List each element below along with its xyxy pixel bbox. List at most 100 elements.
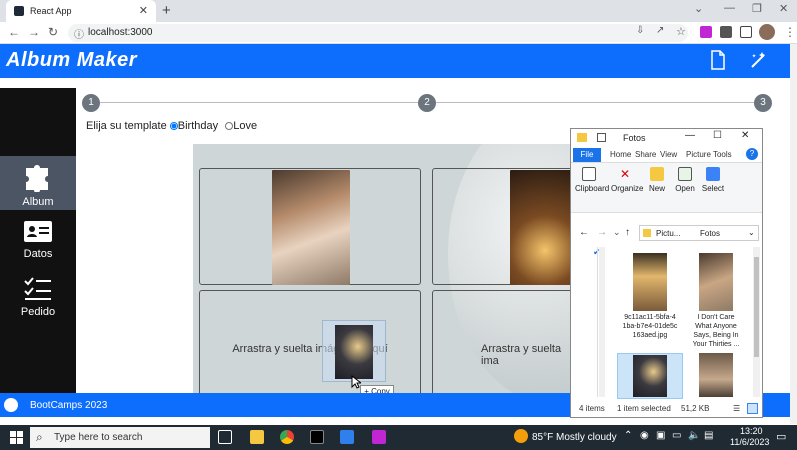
template-prompt: Elija su template (86, 120, 167, 132)
ribbon-clipboard[interactable]: Clipboard (575, 167, 609, 193)
explorer-address-bar: ← → ⌄ ↑ Pictu... Fotos ⌄ (571, 224, 762, 242)
share-icon[interactable]: ↗ (656, 25, 664, 36)
explorer-back-icon[interactable]: ← (579, 227, 589, 238)
tab-share[interactable]: Share (635, 150, 656, 159)
extension-icon[interactable] (700, 26, 712, 38)
path-root[interactable]: Pictu... (656, 229, 680, 238)
sidebar-item-album[interactable]: Album (0, 156, 76, 210)
bootcamp-logo-icon (4, 398, 18, 412)
reload-icon[interactable]: ↻ (48, 25, 58, 39)
drop-hint: Arrastra y suelta imágenes aquí (232, 343, 388, 355)
restore-icon[interactable]: ❐ (752, 2, 762, 15)
site-info-icon[interactable]: ⓘ (74, 26, 84, 41)
file-item[interactable]: 9c11ac11-5bfa-4 1ba-b7e4-01de5c 163aed.j… (619, 253, 681, 340)
ribbon-open[interactable]: Open (671, 167, 699, 193)
close-tab-icon[interactable]: ✕ (139, 4, 148, 17)
ribbon-organize[interactable]: ✕ Organize (611, 167, 643, 193)
chrome-taskbar-icon[interactable] (280, 430, 294, 444)
back-icon[interactable]: ← (8, 25, 20, 39)
nav-pane-scrollbar[interactable] (599, 247, 605, 397)
vscode-taskbar-icon[interactable] (340, 430, 354, 444)
explorer-minimize-icon[interactable]: — (685, 130, 695, 141)
explorer-maximize-icon[interactable]: ☐ (713, 130, 722, 141)
side-panel-icon[interactable] (740, 26, 752, 38)
magic-wand-icon[interactable] (750, 51, 768, 69)
taskbar-search[interactable]: ⌕ Type here to search (30, 427, 210, 448)
task-view-icon[interactable] (218, 430, 232, 444)
tray-icon[interactable]: ◉ (640, 430, 649, 441)
step-2[interactable]: 2 (418, 94, 436, 112)
clock-date[interactable]: 11/6/2023 (730, 437, 769, 447)
install-icon[interactable]: ⇩ (636, 25, 644, 36)
template-option-love[interactable]: Love (225, 120, 257, 132)
explorer-close-icon[interactable]: ✕ (741, 130, 749, 141)
step-3[interactable]: 3 (754, 94, 772, 112)
status-item-count: 4 items (579, 404, 605, 413)
photo-slot-3[interactable]: Arrastra y suelta imágenes aquí (199, 290, 421, 394)
app-taskbar-icon[interactable] (372, 430, 386, 444)
close-window-icon[interactable]: ✕ (779, 2, 788, 15)
help-icon[interactable]: ? (746, 148, 758, 160)
id-card-icon (24, 221, 52, 242)
minimize-icon[interactable]: — (724, 2, 735, 14)
explorer-forward-icon[interactable]: → (597, 227, 607, 238)
step-1[interactable]: 1 (82, 94, 100, 112)
search-icon: ⌕ (36, 430, 43, 444)
page-scrollbar[interactable] (790, 44, 797, 424)
recent-locations-icon[interactable]: ⌄ (613, 227, 621, 238)
photo-slot-2[interactable] (432, 168, 578, 285)
extensions-puzzle-icon[interactable] (720, 26, 732, 38)
windows-taskbar: ⌕ Type here to search 85°F Mostly cloudy… (0, 425, 797, 450)
volume-icon[interactable]: 🔈 (688, 430, 700, 441)
header-gap (0, 78, 790, 88)
ribbon-new[interactable]: New (643, 167, 671, 193)
birthday-radio[interactable] (169, 122, 178, 131)
weather-text[interactable]: 85°F Mostly cloudy (532, 432, 617, 443)
notifications-icon[interactable]: ▭ (776, 430, 786, 443)
file-item[interactable]: I Don't Care What Anyone Says, Being In … (689, 253, 743, 349)
tab-file[interactable]: File (573, 148, 601, 162)
new-tab-icon[interactable]: + (162, 2, 171, 19)
tray-icon[interactable]: ▣ (656, 430, 665, 441)
puzzle-icon (26, 165, 48, 192)
tab-picture-tools[interactable]: Picture Tools (686, 150, 732, 159)
bookmark-star-icon[interactable]: ☆ (676, 25, 686, 38)
address-bar[interactable]: ⓘ localhost:3000 (68, 24, 688, 42)
properties-icon[interactable] (597, 133, 606, 142)
sidebar-item-label: Datos (23, 248, 53, 260)
clock-time[interactable]: 13:20 (740, 426, 763, 436)
explorer-path-box[interactable]: Pictu... Fotos ⌄ (639, 225, 759, 241)
file-area-scrollbar[interactable] (753, 247, 760, 397)
keyboard-icon[interactable]: ▤ (704, 430, 713, 441)
scrollbar-thumb[interactable] (754, 257, 759, 357)
file-item-selected[interactable] (617, 353, 683, 399)
photo-slot-4[interactable]: Arrastra y suelta ima (432, 290, 578, 394)
save-file-icon[interactable] (710, 50, 726, 70)
up-folder-icon[interactable]: ↑ (625, 227, 630, 238)
path-folder-icon (643, 229, 651, 237)
menu-icon[interactable]: ⋮ (784, 25, 796, 39)
forward-icon[interactable]: → (28, 25, 40, 39)
thumbnail-view-icon[interactable] (747, 403, 758, 414)
browser-tab[interactable]: React App ✕ (6, 0, 156, 22)
ribbon-select[interactable]: Select (699, 167, 727, 193)
path-current[interactable]: Fotos (700, 229, 720, 238)
tab-search-chevron-icon[interactable]: ⌄ (694, 2, 703, 15)
sidebar-item-pedido[interactable]: Pedido (0, 276, 76, 322)
windows-start-icon[interactable] (10, 431, 23, 444)
tab-view[interactable]: View (660, 150, 677, 159)
tab-home[interactable]: Home (610, 150, 631, 159)
footer-text: BootCamps 2023 (30, 400, 108, 411)
file-explorer-taskbar-icon[interactable] (250, 430, 264, 444)
template-option-birthday[interactable]: Birthday (169, 120, 218, 132)
sidebar-item-datos[interactable]: Datos (0, 218, 76, 264)
tray-chevron-icon[interactable]: ⌃ (624, 430, 632, 441)
details-view-icon[interactable]: ☰ (733, 404, 740, 413)
path-dropdown-icon[interactable]: ⌄ (748, 228, 755, 237)
love-radio[interactable] (225, 122, 234, 131)
terminal-taskbar-icon[interactable] (310, 430, 324, 444)
network-icon[interactable]: ▭ (672, 430, 681, 441)
profile-avatar[interactable] (759, 24, 775, 40)
file-item[interactable] (693, 353, 739, 397)
photo-slot-1[interactable] (199, 168, 421, 285)
